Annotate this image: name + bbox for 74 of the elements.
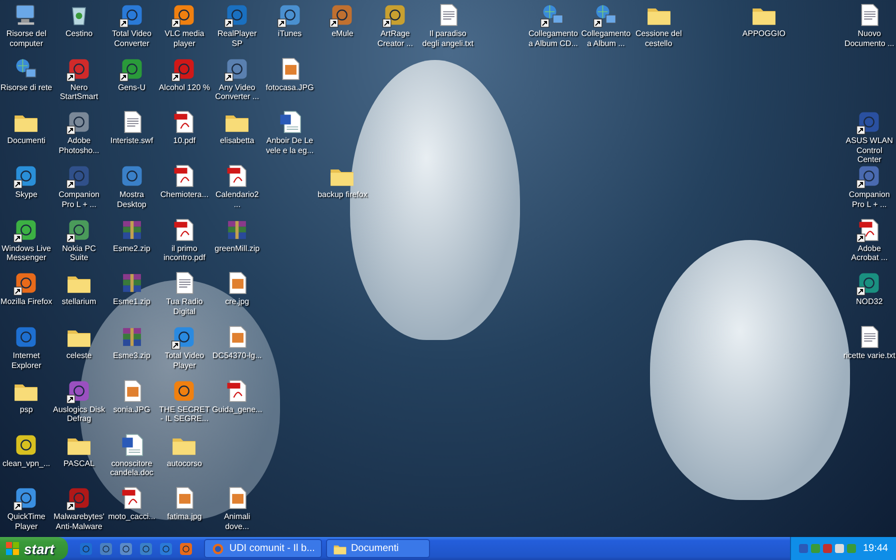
icon-label[interactable]: autocorso xyxy=(166,458,202,468)
icon-label[interactable]: psp xyxy=(20,404,33,414)
clock: 19:44 xyxy=(862,543,888,554)
icon-label[interactable]: APPOGGIO xyxy=(742,29,786,38)
quick-launch-icon[interactable] xyxy=(138,540,154,556)
icon-label[interactable]: il primo incontro.pdf xyxy=(158,244,210,263)
icon-label[interactable]: NOD32 xyxy=(856,297,883,307)
quick-launch-icon[interactable] xyxy=(158,540,174,556)
icon-label[interactable]: Internet Explorer xyxy=(0,351,52,370)
icon-label[interactable]: Cessione del cestello xyxy=(632,29,685,48)
icon-label[interactable]: stellarium xyxy=(62,297,96,307)
icon-label[interactable]: Adobe Acrobat ... xyxy=(843,244,896,263)
icon-label[interactable]: Anboir De Le vele e la eg... xyxy=(264,136,316,156)
icon-label[interactable]: Mostra Desktop xyxy=(106,190,158,210)
start-button[interactable]: start xyxy=(0,537,68,560)
icon-label[interactable]: QuickTime Player xyxy=(0,512,52,532)
quick-launch-icon[interactable] xyxy=(118,540,134,556)
icon-label[interactable]: Auslogics Disk Defrag xyxy=(53,404,106,424)
icon-label[interactable]: Windows Live Messenger xyxy=(0,244,52,263)
icon-label[interactable]: Calendario2 ... xyxy=(211,190,264,210)
icon-label[interactable]: fatima.jpg xyxy=(167,512,202,522)
icon-label[interactable]: Esme2.zip xyxy=(113,244,150,254)
icon-label[interactable]: Skype xyxy=(15,190,38,200)
icon-label[interactable]: THE SECRET - IL SEGRE... xyxy=(158,404,210,424)
icon-label[interactable]: Tua Radio Digital xyxy=(158,297,210,316)
icon-label[interactable]: ASUS WLAN Control Center xyxy=(843,136,896,165)
icon-label[interactable]: clean_vpn_... xyxy=(2,458,50,468)
icon-label[interactable]: Documenti xyxy=(7,136,46,146)
quick-launch-icon[interactable] xyxy=(78,540,94,556)
quick-launch-icon[interactable] xyxy=(178,540,194,556)
icon-label[interactable]: Companion Pro L + ... xyxy=(53,190,106,210)
icon-label[interactable]: Animali dove... xyxy=(211,512,264,532)
icon-label[interactable]: conoscitore candela.doc xyxy=(106,458,158,478)
windows-logo-icon xyxy=(6,542,20,556)
icon-label[interactable]: Chemiotera... xyxy=(160,190,208,200)
icon-label[interactable]: Esme3.zip xyxy=(113,351,150,361)
icon-label[interactable]: Collegamento a Album ... xyxy=(580,29,632,48)
icon-label[interactable]: eMule xyxy=(332,29,354,38)
icon-label[interactable]: Guida_gene... xyxy=(212,404,262,414)
browser-icon xyxy=(211,542,226,556)
icon-label[interactable]: Cestino xyxy=(65,29,93,38)
icon-label[interactable]: Nuovo Documento ... xyxy=(843,29,896,48)
icon-label[interactable]: Risorse del computer xyxy=(0,29,52,48)
icon-label[interactable]: sonia.JPG xyxy=(113,404,150,414)
icon-label[interactable]: moto_cacci... xyxy=(108,512,156,522)
icon-label[interactable]: cre.jpg xyxy=(225,297,250,307)
icon-label[interactable]: celeste xyxy=(66,351,92,361)
icon-label[interactable]: Companion Pro L + ... xyxy=(843,190,896,210)
icon-label[interactable]: Alcohol 120 % xyxy=(158,82,210,92)
icon-label[interactable]: Interiste.swf xyxy=(110,136,154,146)
icon-label[interactable]: greenMill.zip xyxy=(214,244,260,254)
icon-label[interactable]: Any Video Converter ... xyxy=(211,82,264,102)
icon-label[interactable]: DC54370-lg... xyxy=(212,351,262,361)
icon-label[interactable]: Adobe Photosho... xyxy=(53,136,106,156)
icon-label[interactable]: RealPlayer SP xyxy=(211,29,264,48)
icon-label[interactable]: Mozilla Firefox xyxy=(0,297,52,307)
icon-label[interactable]: 10.pdf xyxy=(173,136,196,146)
quick-launch-icon[interactable] xyxy=(98,540,114,556)
icon-label[interactable]: ArtRage Creator ... xyxy=(369,29,422,48)
icon-label[interactable]: Risorse di rete xyxy=(0,82,52,92)
icon-label[interactable]: VLC media player xyxy=(158,29,210,48)
icon-label[interactable]: Total Video Converter xyxy=(106,29,158,48)
icon-label[interactable]: Nokia PC Suite xyxy=(53,244,106,263)
icon-label[interactable]: iTunes xyxy=(278,29,302,38)
icon-label[interactable]: fotocasa.JPG xyxy=(266,82,314,92)
icon-label[interactable]: PASCAL xyxy=(64,458,95,468)
icon-label[interactable]: Il paradiso degli angeli.txt xyxy=(422,29,474,48)
taskbar-button[interactable]: UDI comunit - Il b... xyxy=(204,539,322,558)
icon-label[interactable]: Gens-U xyxy=(118,82,146,92)
icon-label[interactable]: Malwarebytes' Anti-Malware xyxy=(53,512,106,532)
icon-label[interactable]: Nero StartSmart xyxy=(53,82,106,102)
taskbar-button[interactable]: Documenti xyxy=(326,539,430,558)
icon-label[interactable]: elisabetta xyxy=(220,136,254,146)
icon-label[interactable]: Collegamento a Album CD... xyxy=(527,29,580,48)
